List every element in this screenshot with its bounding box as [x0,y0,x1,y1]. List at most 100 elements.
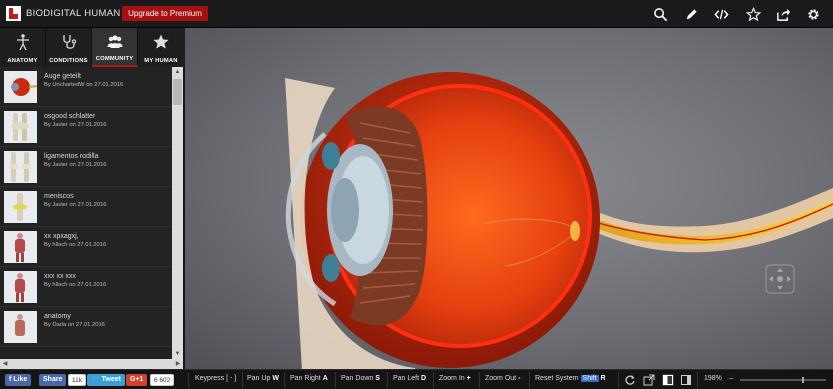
pan-up-hint: Pan Up W [247,375,279,382]
list-scrollbar[interactable]: ▲ ▼ [172,67,183,359]
facebook-share-button[interactable]: Share [39,374,67,386]
list-item[interactable]: Auge geteilt By UnchartedW on 27.01.2016 [0,67,172,107]
item-title: Auge geteilt [44,73,81,80]
hint-key: - [518,375,521,382]
item-title: xx xpxagxj, [44,233,79,240]
hint-label: Pan Left [393,375,420,382]
people-icon [107,35,122,48]
list-item[interactable]: meniscos By Javier on 27.01.2016 [0,187,172,227]
gear-icon[interactable] [803,4,823,24]
layout-sidebar-icon[interactable] [662,374,674,386]
divider [618,372,619,388]
divider [433,372,434,388]
scroll-thumb[interactable] [173,79,182,105]
divider [387,372,388,388]
community-list: Auge geteilt By UnchartedW on 27.01.2016… [0,67,172,359]
zoom-slider[interactable] [740,379,826,381]
list-item[interactable]: xxx xx xxx By hllach on 27.01.2016 [0,267,172,307]
body-icon [16,34,29,51]
thumbnail [4,191,37,223]
hint-key: + [466,375,471,382]
zoom-level: 198% [704,375,722,382]
item-title: xxx xx xxx [44,273,76,280]
scroll-up-icon[interactable]: ▲ [172,67,183,77]
divider [529,372,530,388]
app-root: BIODIGITAL HUMAN Upgrade to Premium ANAT… [0,0,833,389]
scroll-left-icon[interactable]: ◀ [0,359,10,369]
pan-left-hint: Pan Left D [393,375,426,382]
hint-label: Zoom Out [485,375,517,382]
navigation-pad-icon[interactable] [765,264,795,294]
pan-right-hint: Pan Right A [290,375,328,382]
item-author: By hllach on 27.01.2016 [44,282,107,288]
star-icon [153,34,169,49]
divider [479,372,480,388]
tab-community[interactable]: COMMUNITY [92,28,138,67]
facebook-like-button[interactable]: f Like [5,374,32,386]
code-icon[interactable] [711,4,731,24]
hint-key: D [421,375,427,382]
stethoscope-icon [62,35,76,49]
thumbnail [4,111,37,143]
search-icon[interactable] [650,4,670,24]
google-plus-button[interactable]: G+1 [126,374,148,386]
hint-key-shift: Shift [580,375,599,382]
tab-label: ANATOMY [7,58,38,64]
zoom-out-hint: Zoom Out - [485,375,520,382]
scroll-down-icon[interactable]: ▼ [172,349,183,359]
eye-model [285,72,833,369]
layout-panel-icon[interactable] [680,374,692,386]
list-item[interactable]: ligamentos rodilla By Javier on 27.01.20… [0,147,172,187]
zoom-in-hint: Zoom In + [439,375,471,382]
thumbnail [4,151,37,183]
hint-label: Zoom In [439,375,465,382]
thumbnail [4,311,37,343]
tab-label: CONDITIONS [49,58,88,64]
logo[interactable] [6,6,21,21]
facebook-count: 11k [68,374,86,386]
divider [242,372,243,388]
hint-key: A [322,375,328,382]
thumbnail [4,231,37,263]
list-item[interactable]: osgood schlatter By Javier on 27.01.2016 [0,107,172,147]
divider [335,372,336,388]
tweet-button[interactable]: 🐦 Tweet [87,374,125,386]
tab-anatomy[interactable]: ANATOMY [0,28,46,67]
tab-my-human[interactable]: MY HUMAN [138,28,184,67]
zoom-out-icon[interactable]: – [729,374,733,383]
list-item[interactable]: xx xpxagxj, By hllach on 27.01.2016 [0,227,172,267]
star-icon[interactable] [743,4,763,24]
bird-icon: 🐦 [91,376,102,383]
bottom-bar: f Like Share 11k 🐦 Tweet G+1 6 602 Keypr… [0,369,833,389]
list-item[interactable]: anatomy By Darla on 27.01.2016 [0,307,172,347]
tab-conditions[interactable]: CONDITIONS [46,28,92,67]
hint-label: Pan Down [341,375,374,382]
divider [697,372,698,388]
upgrade-button[interactable]: Upgrade to Premium [122,6,208,21]
scroll-right-icon[interactable]: ▶ [173,359,183,369]
divider [284,372,285,388]
thumbnail [4,71,37,103]
divider [188,372,189,388]
pencil-icon[interactable] [681,4,701,24]
share-icon[interactable] [773,4,793,24]
hint-label: Reset System [535,375,579,382]
top-bar: BIODIGITAL HUMAN Upgrade to Premium [0,0,833,28]
zoom-slider-handle[interactable] [801,377,804,383]
item-author: By Javier on 27.01.2016 [44,122,107,128]
thumbnail [4,271,37,303]
fullscreen-icon[interactable] [643,374,655,386]
hint-key: S [375,375,380,382]
tab-label: MY HUMAN [144,58,178,64]
reset-view-icon[interactable] [624,374,636,386]
pan-down-hint: Pan Down S [341,375,380,382]
hint-key: R [600,375,606,382]
item-title: osgood schlatter [44,113,96,120]
item-title: anatomy [44,313,71,320]
sidebar-tabs: ANATOMY CONDITIONS COMMUNITY MY HUMAN [0,28,185,67]
model-viewport[interactable] [185,28,833,369]
google-plus-count: 6 602 [150,374,175,386]
item-author: By Javier on 27.01.2016 [44,202,107,208]
horizontal-scrollbar[interactable]: ◀ ▶ [0,359,183,369]
sidebar: ANATOMY CONDITIONS COMMUNITY MY HUMAN Au… [0,28,185,369]
